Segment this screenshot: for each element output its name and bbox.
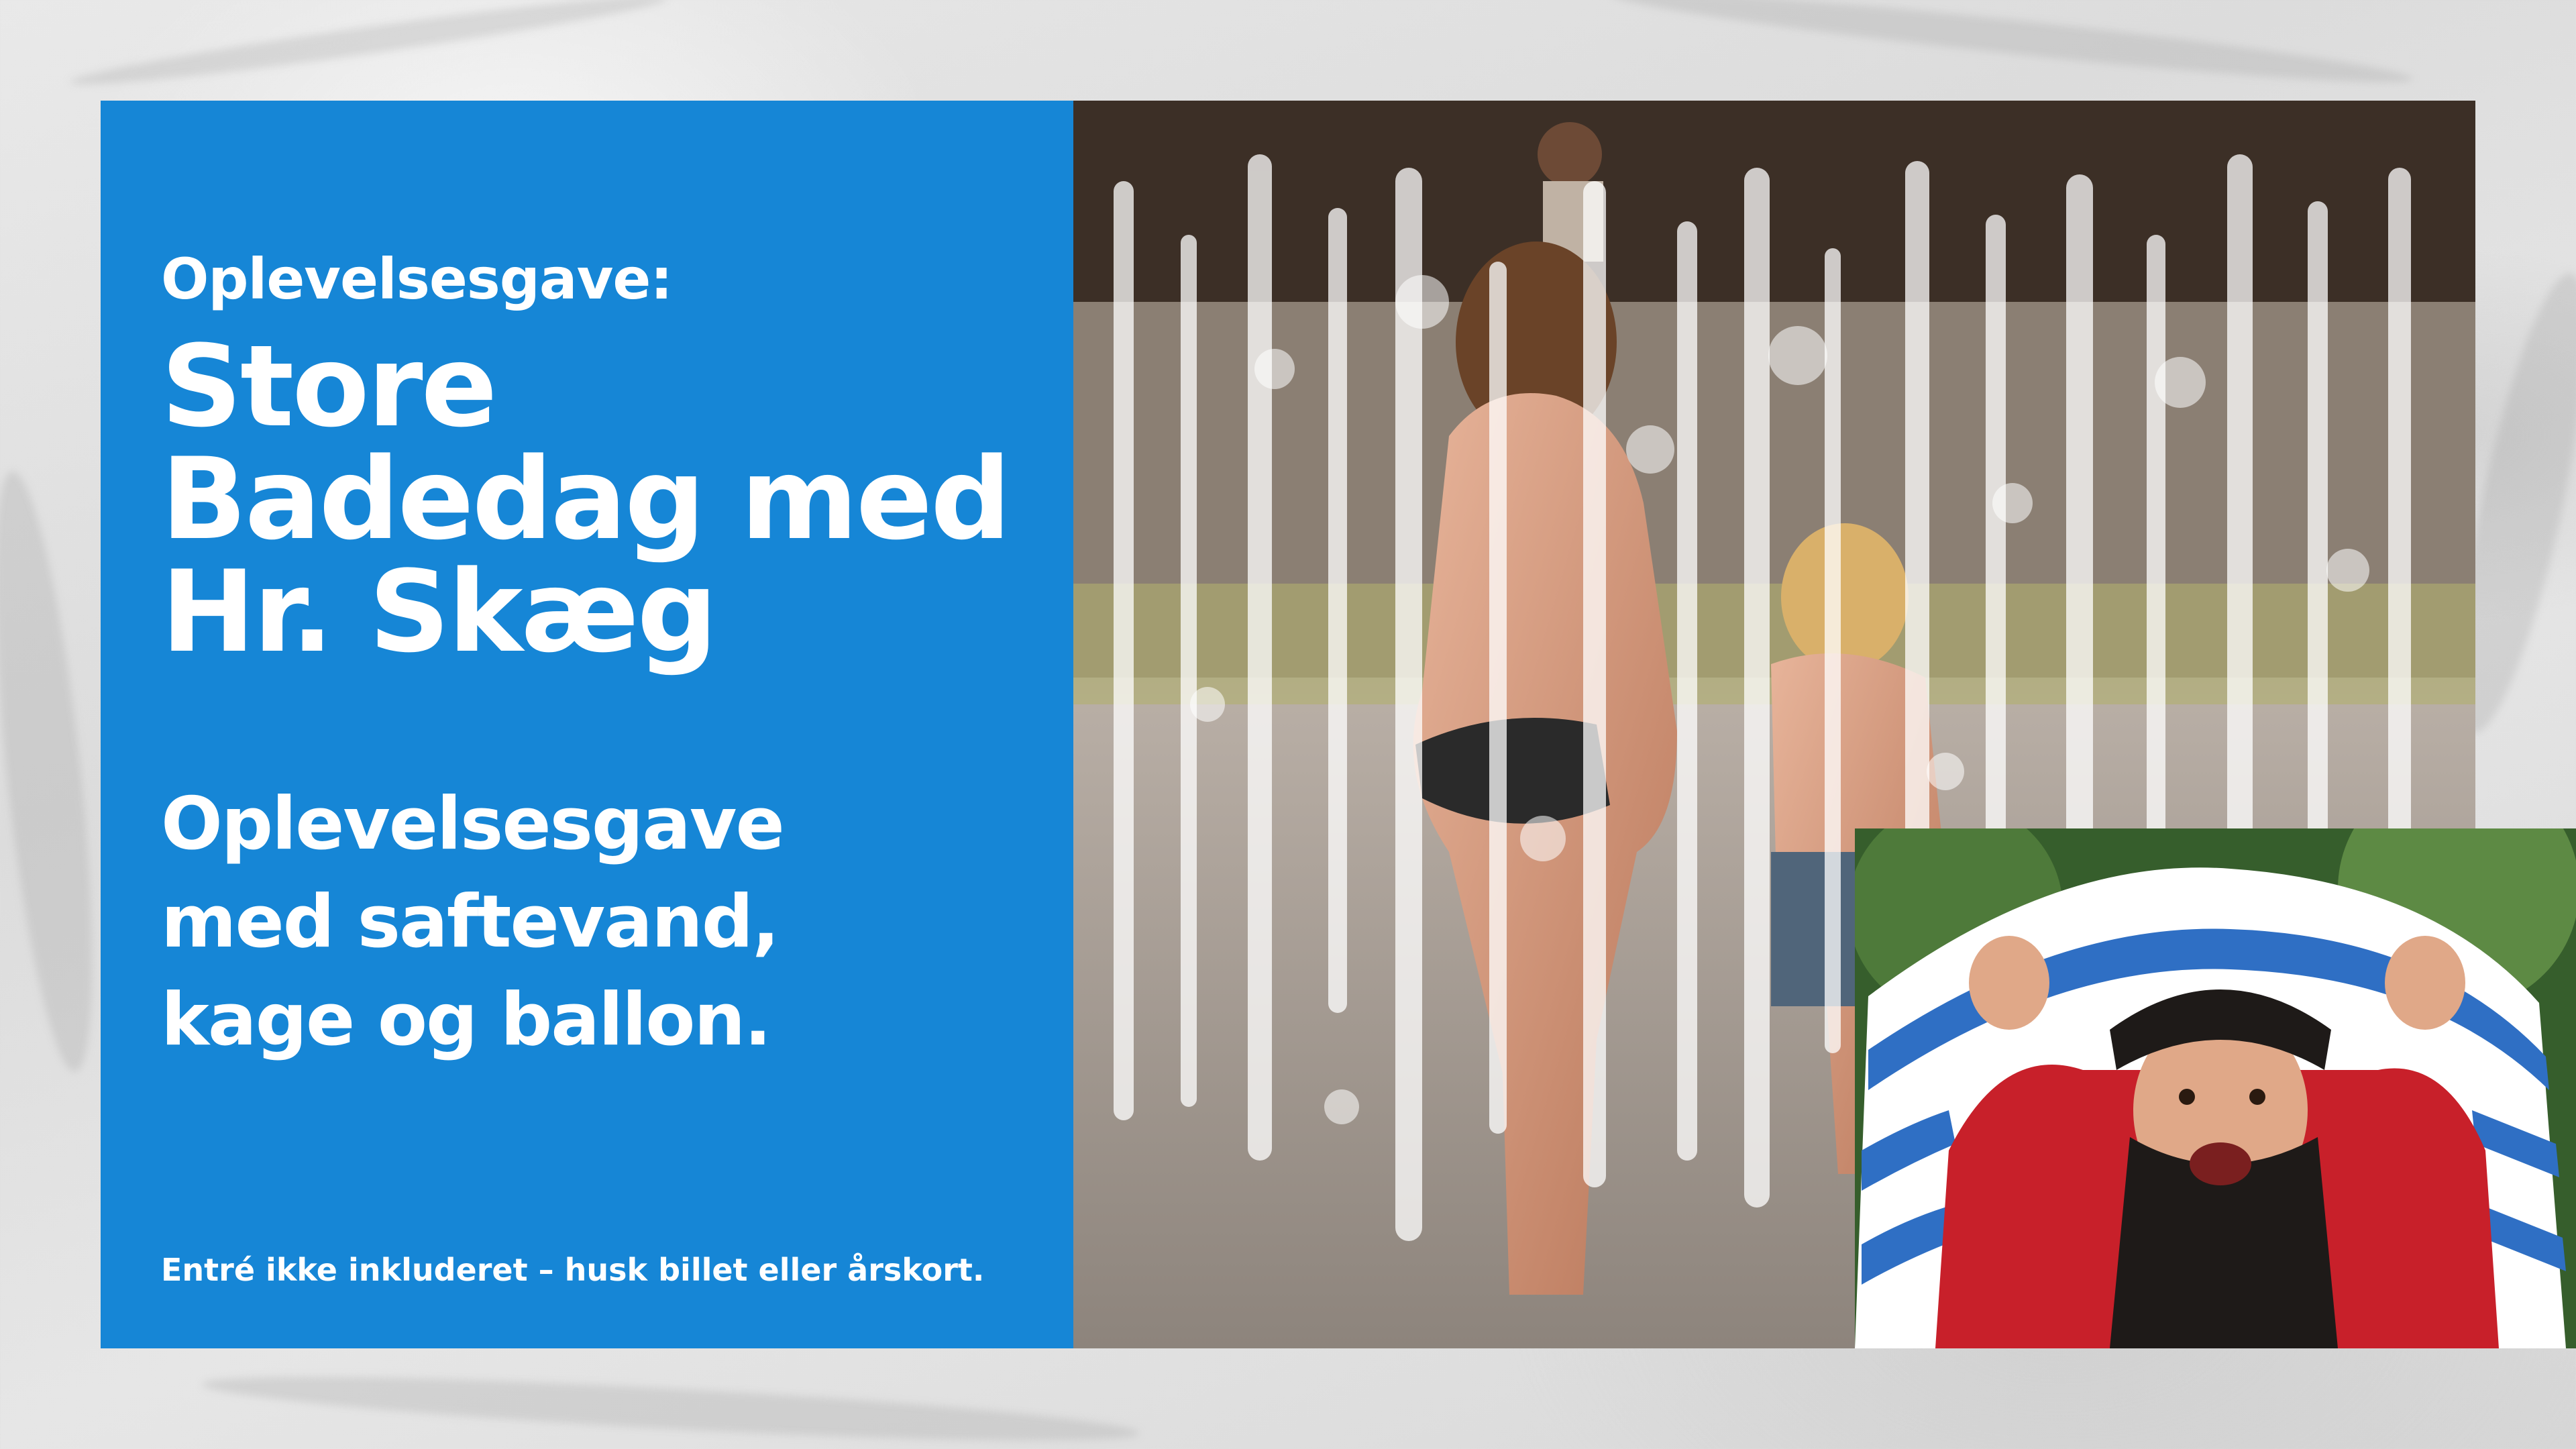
bearded-man-illustration [1855, 828, 2576, 1348]
hr-skaeg-photo [1855, 828, 2576, 1348]
marble-texture [68, 0, 670, 96]
marble-texture [201, 1364, 1141, 1449]
subtitle-text: Oplevelsesgave med saftevand, kage og ba… [161, 782, 785, 1062]
marble-texture [1610, 0, 2415, 96]
page-title: Store Badedag med Hr. Skæg [161, 321, 1011, 678]
eyebrow-text: Oplevelsesgave: [161, 246, 673, 312]
marble-texture [0, 467, 112, 1076]
disclaimer-text: Entré ikke inkluderet – husk billet elle… [161, 1252, 985, 1288]
promo-panel: Oplevelsesgave: Store Badedag med Hr. Sk… [101, 101, 1073, 1348]
